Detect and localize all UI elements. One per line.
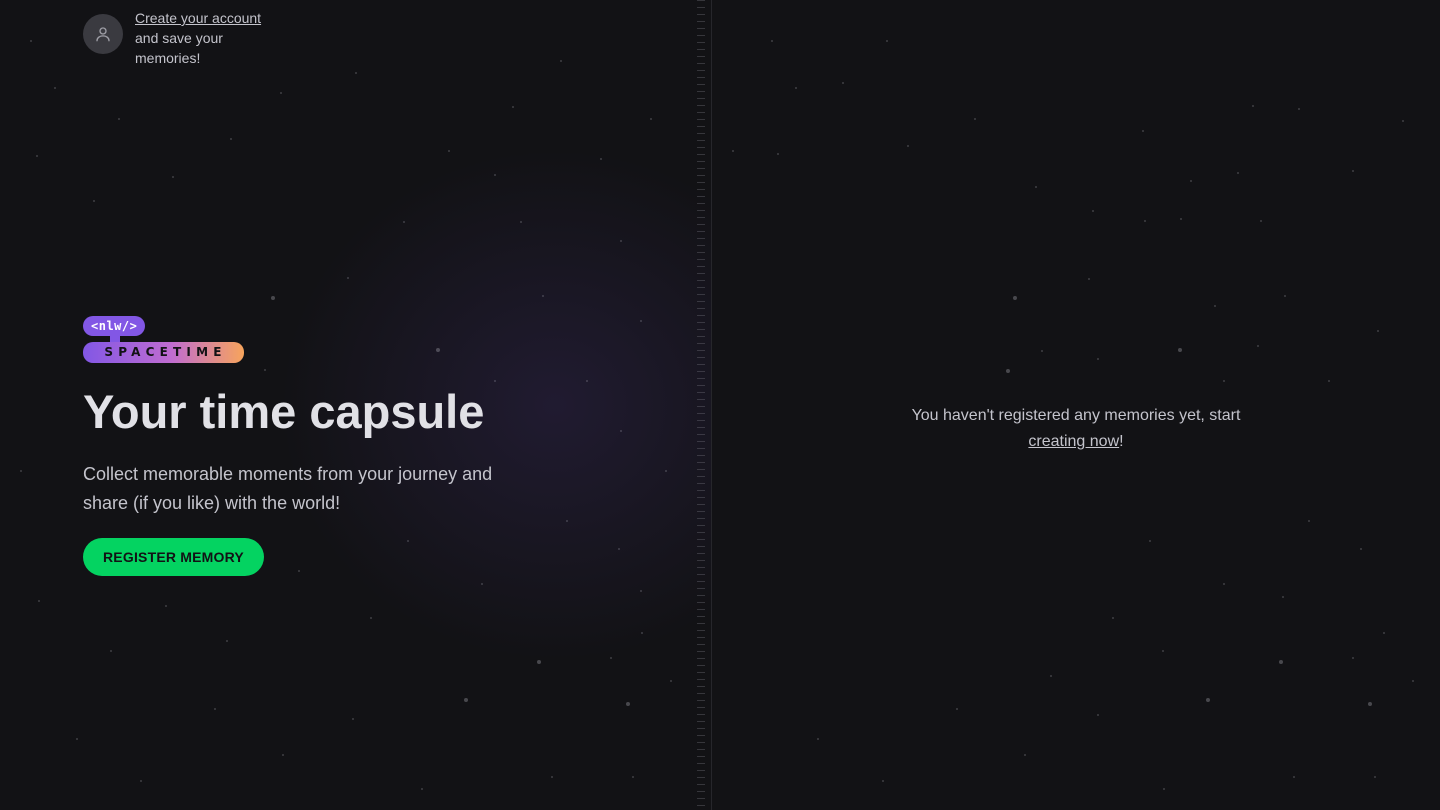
- create-account-link[interactable]: Create your account: [135, 8, 275, 28]
- logo-wordmark: SPACETIME: [83, 342, 244, 363]
- stripes-divider: [697, 0, 705, 810]
- create-memory-link[interactable]: creating now: [1028, 433, 1119, 450]
- empty-state: You haven't registered any memories yet,…: [712, 403, 1440, 455]
- empty-state-message: You haven't registered any memories yet,…: [911, 407, 1241, 424]
- account-description: and save your memories!: [135, 30, 223, 66]
- account-text: Create your account and save your memori…: [135, 8, 275, 68]
- empty-state-text: You haven't registered any memories yet,…: [906, 403, 1246, 455]
- empty-state-suffix: !: [1119, 433, 1124, 450]
- right-panel: You haven't registered any memories yet,…: [712, 0, 1440, 810]
- page: Create your account and save your memori…: [0, 0, 1440, 810]
- logo-badge: <nlw/>: [83, 316, 146, 336]
- sign-in-link[interactable]: Create your account and save your memori…: [83, 8, 275, 68]
- left-panel: Create your account and save your memori…: [0, 0, 712, 810]
- page-title: Your time capsule: [83, 385, 485, 438]
- nlw-spacetime-logo: <nlw/> SPACETIME: [83, 316, 245, 364]
- user-icon: [83, 14, 123, 54]
- register-memory-button[interactable]: REGISTER MEMORY: [83, 538, 264, 576]
- hero: <nlw/> SPACETIME Your time capsule Colle…: [83, 316, 543, 576]
- page-subtitle: Collect memorable moments from your jour…: [83, 464, 493, 513]
